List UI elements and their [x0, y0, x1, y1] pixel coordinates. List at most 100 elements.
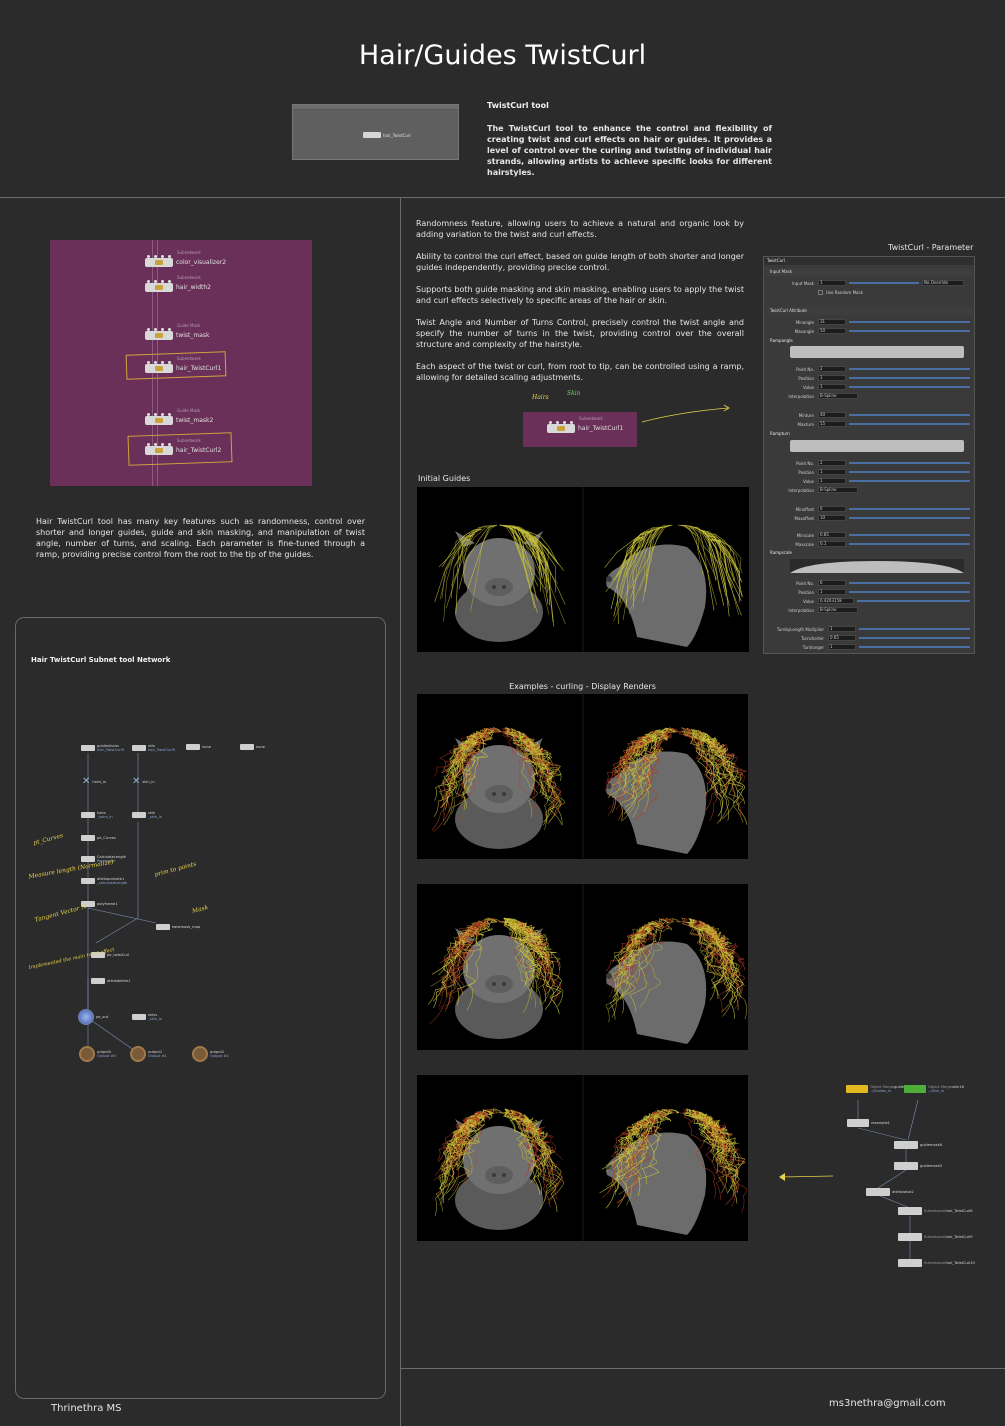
right-network-node[interactable]: Subnetworkhair_TwistCurl8	[898, 1207, 973, 1215]
param-field[interactable]: 50	[818, 328, 846, 334]
subnet-node[interactable]: ✕ hairs_in	[82, 777, 106, 787]
param-row[interactable]: Point No. 2	[768, 365, 970, 373]
param-row[interactable]: Minangle 31	[768, 318, 970, 326]
param-field[interactable]: 1	[818, 280, 846, 286]
param-slider[interactable]	[849, 386, 970, 388]
subnet-node[interactable]: skins _skin_in	[132, 1013, 162, 1021]
param-field[interactable]: 0.85	[818, 532, 846, 538]
section-header[interactable]: Input Mask	[766, 268, 972, 276]
param-slider[interactable]	[849, 330, 970, 332]
param-row[interactable]: Value 1	[768, 477, 970, 485]
right-network-node[interactable]: guidemask6	[894, 1141, 942, 1149]
param-slider[interactable]	[859, 628, 970, 630]
param-row[interactable]: Point No. 6	[768, 579, 970, 587]
param-field[interactable]: 1	[818, 384, 846, 390]
subnet-input-node[interactable]: guides/hairs hair_TwistCurl9	[81, 744, 124, 752]
ramp-widget[interactable]	[790, 440, 964, 452]
interpolation-dropdown[interactable]: B-Spline	[818, 607, 858, 613]
param-slider[interactable]	[857, 600, 970, 602]
param-slider[interactable]	[849, 508, 970, 510]
subnet-output-node[interactable]: output1 Output #1	[130, 1046, 167, 1062]
param-row[interactable]: Turnshorter 0.65	[768, 634, 970, 642]
right-network-node[interactable]: Subnetworkhair_TwistCurl9	[898, 1233, 973, 1241]
param-row[interactable]: Interpolation B-Spline	[768, 606, 970, 614]
network-node[interactable]: Subnetwork hair_TwistCurl2	[145, 438, 221, 455]
param-slider[interactable]	[849, 282, 919, 284]
param-tab[interactable]: TwistCurl	[764, 257, 974, 265]
right-network-node[interactable]: Subnetworkhair_TwistCurl10	[898, 1259, 975, 1267]
param-field[interactable]: 0.65	[828, 635, 856, 641]
network-node[interactable]: Subnetwork color_visualizer2	[145, 250, 226, 267]
param-field[interactable]: 31	[818, 319, 846, 325]
param-row[interactable]: Value 0.4203158	[768, 597, 970, 605]
param-field[interactable]: 0.4203158	[818, 598, 854, 604]
subnet-input-node[interactable]: skin hair_TwistCurl9	[132, 744, 175, 752]
param-slider[interactable]	[859, 637, 970, 639]
override-dropdown[interactable]: No Override	[922, 280, 964, 286]
param-field[interactable]: 0.1	[818, 541, 846, 547]
scale-ramp-widget[interactable]	[790, 559, 964, 573]
param-row[interactable]: Position 1	[768, 588, 970, 596]
subnet-output-node[interactable]: output0 Output #0	[79, 1046, 116, 1062]
param-slider[interactable]	[849, 462, 970, 464]
param-row[interactable]: Maxturn 55	[768, 420, 970, 428]
param-field[interactable]: 10	[818, 515, 846, 521]
subnet-node[interactable]: pe_Curves	[81, 835, 116, 841]
param-row[interactable]: Input Mask 1 No Override	[768, 279, 970, 287]
twistcurl-node[interactable]: Subnetwork hair_TwistCurl1	[547, 416, 623, 433]
subnet-node[interactable]: attribdelete1	[91, 978, 130, 984]
subnet-node[interactable]: pe_out	[78, 1009, 108, 1025]
subnet-input-node[interactable]: none	[186, 744, 211, 750]
network-node[interactable]: Guide Mask twist_mask2	[145, 408, 213, 425]
param-field[interactable]: 1	[828, 644, 856, 650]
param-slider[interactable]	[849, 423, 970, 425]
param-slider[interactable]	[849, 414, 970, 416]
param-field[interactable]: 2	[818, 366, 846, 372]
ramp-widget[interactable]	[790, 346, 964, 358]
param-field[interactable]: 40	[818, 412, 846, 418]
subnet-input-node[interactable]: none	[240, 744, 265, 750]
param-row[interactable]: Point No. 2	[768, 459, 970, 467]
right-network-node[interactable]: Object Mergeskin16 ../Skin_in	[904, 1085, 964, 1093]
param-field[interactable]: 1	[818, 478, 846, 484]
param-row[interactable]: Interpolation B-Spline	[768, 486, 970, 494]
param-slider[interactable]	[849, 543, 970, 545]
param-row[interactable]: Turnlonger 1	[768, 643, 970, 651]
right-network-node[interactable]: resample1	[847, 1119, 890, 1127]
param-slider[interactable]	[849, 582, 970, 584]
param-row[interactable]: TurnbyLength Multiplier 1	[768, 625, 970, 633]
param-field[interactable]: 1	[818, 375, 846, 381]
param-row[interactable]: Position 1	[768, 468, 970, 476]
param-slider[interactable]	[849, 517, 970, 519]
right-network-node[interactable]: attribnoise2	[866, 1188, 914, 1196]
param-slider[interactable]	[849, 534, 970, 536]
param-row[interactable]: Value 1	[768, 383, 970, 391]
param-field[interactable]: 0	[818, 506, 846, 512]
param-row[interactable]: Maxangle 50	[768, 327, 970, 335]
param-field[interactable]: 2	[818, 460, 846, 466]
param-field[interactable]: 1	[818, 589, 846, 595]
interpolation-dropdown[interactable]: B-Spline	[818, 393, 858, 399]
param-row[interactable]: Position 1	[768, 374, 970, 382]
network-node[interactable]: Subnetwork hair_width2	[145, 275, 211, 292]
param-row[interactable]: Maxscale 0.1	[768, 540, 970, 548]
param-row[interactable]: Interpolation B-Spline	[768, 392, 970, 400]
preview-node[interactable]: hair_TwistCurl	[363, 132, 411, 138]
param-field[interactable]: 1	[828, 626, 856, 632]
interpolation-dropdown[interactable]: B-Spline	[818, 487, 858, 493]
param-row[interactable]: Use Random Mask	[768, 288, 970, 296]
checkbox[interactable]	[818, 289, 823, 295]
right-network-node[interactable]: Object Mergeguides8 ../Guides_in	[846, 1085, 908, 1093]
subnet-node[interactable]: attribpromote1 _calculateLength	[81, 877, 127, 885]
param-slider[interactable]	[849, 471, 970, 473]
subnet-node[interactable]: skin _skin_in	[132, 811, 162, 819]
param-row[interactable]: Minoffset 0	[768, 505, 970, 513]
param-row[interactable]: Maxoffset 10	[768, 514, 970, 522]
author-email[interactable]: ms3nethra@gmail.com	[829, 1398, 946, 1409]
network-node[interactable]: Subnetwork hair_TwistCurl1	[145, 356, 221, 373]
param-row[interactable]: Minturn 40	[768, 411, 970, 419]
param-slider[interactable]	[849, 368, 970, 370]
param-row[interactable]: Minscale 0.85	[768, 531, 970, 539]
param-slider[interactable]	[849, 321, 970, 323]
subnet-node[interactable]: twistmask_map	[156, 924, 200, 930]
